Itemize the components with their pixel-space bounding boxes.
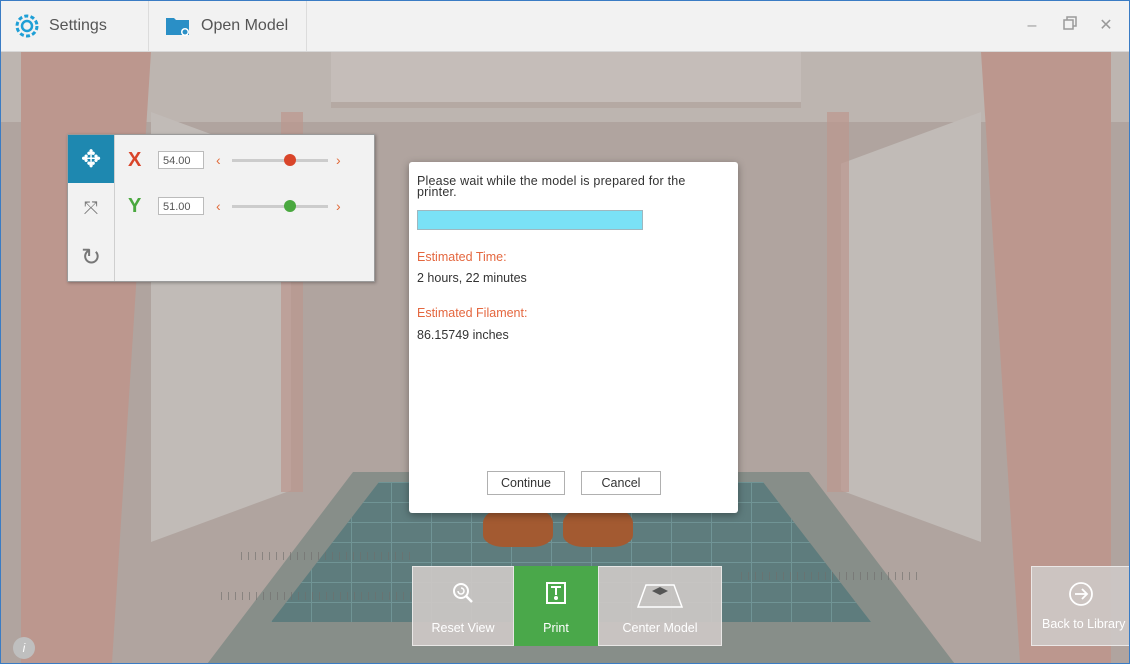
x-slider-track[interactable] bbox=[232, 159, 328, 162]
back-to-library-label: Back to Library bbox=[1042, 617, 1126, 631]
reset-view-icon bbox=[453, 583, 473, 603]
center-model-icon bbox=[636, 584, 684, 608]
settings-label: Settings bbox=[49, 17, 107, 34]
estimated-filament-label: Estimated Filament: bbox=[417, 306, 528, 320]
close-icon[interactable]: ✕ bbox=[1095, 15, 1117, 37]
minimize-icon[interactable]: – bbox=[1021, 15, 1043, 37]
x-slider-right-arrow-icon[interactable]: › bbox=[336, 151, 341, 169]
x-axis-row: X 54.00 ‹ › bbox=[128, 147, 346, 173]
y-axis-row: Y 51.00 ‹ › bbox=[128, 193, 346, 219]
x-axis-label: X bbox=[128, 148, 142, 171]
y-slider-knob[interactable] bbox=[284, 200, 296, 212]
gear-icon bbox=[15, 14, 39, 38]
dialog-message: Please wait while the model is prepared … bbox=[417, 174, 686, 199]
continue-button[interactable]: Continue bbox=[487, 471, 565, 495]
y-slider-left-arrow-icon[interactable]: ‹ bbox=[216, 197, 221, 215]
scale-icon[interactable]: ⤧ bbox=[68, 184, 114, 232]
y-axis-label: Y bbox=[128, 194, 142, 217]
reset-view-label: Reset View bbox=[431, 621, 495, 635]
y-slider-right-arrow-icon[interactable]: › bbox=[336, 197, 341, 215]
y-slider[interactable]: ‹ › bbox=[216, 197, 346, 215]
open-model-label: Open Model bbox=[201, 17, 289, 34]
x-slider-left-arrow-icon[interactable]: ‹ bbox=[216, 151, 221, 169]
open-model-button[interactable]: Open Model bbox=[151, 1, 307, 51]
print-button[interactable]: Print bbox=[514, 566, 598, 646]
transform-panel: ✥ ⤧ ↻ X 54.00 ‹ › Y 51.00 ‹ › bbox=[67, 134, 375, 282]
print-prep-dialog: Please wait while the model is prepared … bbox=[409, 162, 738, 513]
print-icon bbox=[546, 582, 566, 604]
reset-view-button[interactable]: Reset View bbox=[412, 566, 514, 646]
estimated-time-value: 2 hours, 22 minutes bbox=[417, 271, 527, 285]
transform-tools: ✥ ⤧ ↻ bbox=[68, 135, 115, 281]
y-slider-track[interactable] bbox=[232, 205, 328, 208]
back-to-library-button[interactable]: Back to Library bbox=[1031, 566, 1129, 646]
app-window: Settings Open Model – ✕ ✥ ⤧ ↻ X 54.00 ‹ … bbox=[0, 0, 1130, 664]
info-icon[interactable]: i bbox=[13, 637, 35, 659]
center-model-label: Center Model bbox=[622, 621, 698, 635]
bottom-toolbar: Reset View Print Center Model bbox=[412, 566, 722, 646]
title-bar: Settings Open Model – ✕ bbox=[1, 1, 1129, 52]
estimated-time-label: Estimated Time: bbox=[417, 250, 507, 264]
arrow-right-circle-icon bbox=[1069, 582, 1093, 606]
x-value-field[interactable]: 54.00 bbox=[158, 151, 204, 169]
restore-icon[interactable] bbox=[1059, 15, 1081, 37]
move-icon[interactable]: ✥ bbox=[68, 135, 114, 183]
folder-icon bbox=[166, 18, 189, 36]
cancel-button[interactable]: Cancel bbox=[581, 471, 661, 495]
progress-bar bbox=[417, 210, 643, 230]
x-slider[interactable]: ‹ › bbox=[216, 151, 346, 169]
print-label: Print bbox=[543, 621, 569, 635]
estimated-filament-value: 86.15749 inches bbox=[417, 328, 509, 342]
center-model-button[interactable]: Center Model bbox=[598, 566, 722, 646]
x-slider-knob[interactable] bbox=[284, 154, 296, 166]
rotate-icon[interactable]: ↻ bbox=[68, 233, 114, 281]
y-value-field[interactable]: 51.00 bbox=[158, 197, 204, 215]
settings-button[interactable]: Settings bbox=[9, 1, 149, 51]
